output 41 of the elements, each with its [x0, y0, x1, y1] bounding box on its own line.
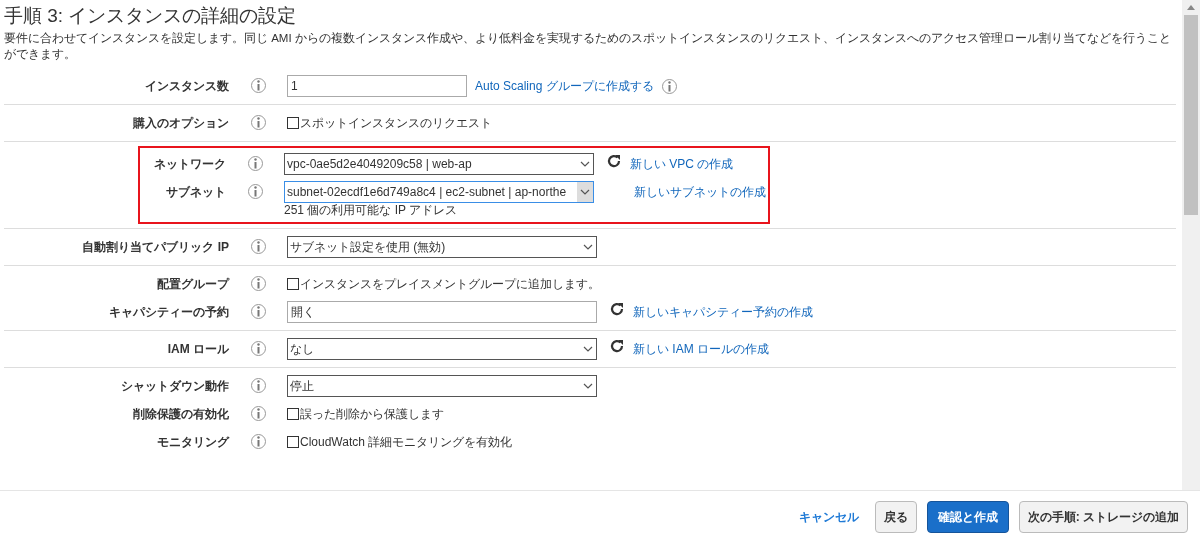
select-dropdown[interactable]: なし	[287, 338, 597, 360]
select-dropdown[interactable]: subnet-02ecdf1e6d749a8c4 | ec2-subnet | ap-northe	[284, 181, 594, 203]
field-label: IAM ロール	[166, 341, 229, 358]
refresh-icon[interactable]	[609, 301, 625, 317]
scrollbar[interactable]	[1182, 0, 1200, 490]
scroll-thumb[interactable]	[1184, 15, 1198, 215]
action-button[interactable]: 戻る	[874, 500, 917, 533]
field-label: キャパシティーの予約	[108, 304, 229, 321]
link[interactable]: 新しいサブネットの作成	[634, 183, 766, 201]
scroll-up-icon[interactable]	[1187, 5, 1195, 10]
action-button[interactable]: 確認と作成	[926, 500, 1009, 533]
checkbox[interactable]: インスタンスをプレイスメントグループに追加します。	[287, 275, 600, 293]
ip-count-text: 251 個の利用可能な IP アドレス	[284, 203, 459, 217]
cancel-link[interactable]: キャンセル	[792, 501, 865, 532]
field-label: 配置グループ	[156, 276, 229, 293]
select-dropdown[interactable]: vpc-0ae5d2e4049209c58 | web-ap	[284, 153, 594, 175]
link[interactable]: 新しいキャパシティー予約の作成	[633, 303, 813, 321]
text-input[interactable]: 開く	[287, 301, 597, 323]
field-label: 削除保護の有効化	[132, 406, 229, 423]
field-label: ネットワーク	[153, 156, 226, 173]
refresh-icon[interactable]	[609, 338, 625, 354]
select-dropdown[interactable]: 停止	[287, 375, 597, 397]
link[interactable]: Auto Scaling グループに作成する	[475, 77, 654, 95]
description-text: 要件に合わせてインスタンスを設定します。同じ AMI からの複数インスタンス作成や、より低料金を実現するためのスポットインスタンスのリクエスト、インスタンスへのアクセス管理ロール割り当てなどを行うことができます。	[4, 31, 1172, 62]
field-label: 自動割り当てパブリック IP	[81, 239, 229, 256]
text-input[interactable]: 1	[287, 75, 467, 97]
link[interactable]: 新しい VPC の作成	[630, 155, 734, 173]
link[interactable]: 新しい IAM ロールの作成	[633, 340, 769, 358]
field-label: 購入のオプション	[132, 115, 229, 132]
action-button[interactable]: 次の手順: ストレージの追加	[1018, 500, 1188, 533]
field-label: モニタリング	[156, 434, 229, 451]
checkbox[interactable]: CloudWatch 詳細モニタリングを有効化	[287, 433, 513, 451]
select-dropdown[interactable]: サブネット設定を使用 (無効)	[287, 236, 597, 258]
field-label: サブネット	[165, 184, 226, 201]
field-label: インスタンス数	[144, 78, 229, 95]
checkbox[interactable]: 誤った削除から保護します	[287, 405, 444, 423]
caret-icon	[577, 182, 593, 202]
refresh-icon[interactable]	[606, 153, 622, 169]
checkbox[interactable]: スポットインスタンスのリクエスト	[287, 114, 492, 132]
field-label: シャットダウン動作	[120, 378, 229, 395]
page-title: 手順 3: インスタンスの詳細の設定	[4, 4, 298, 28]
